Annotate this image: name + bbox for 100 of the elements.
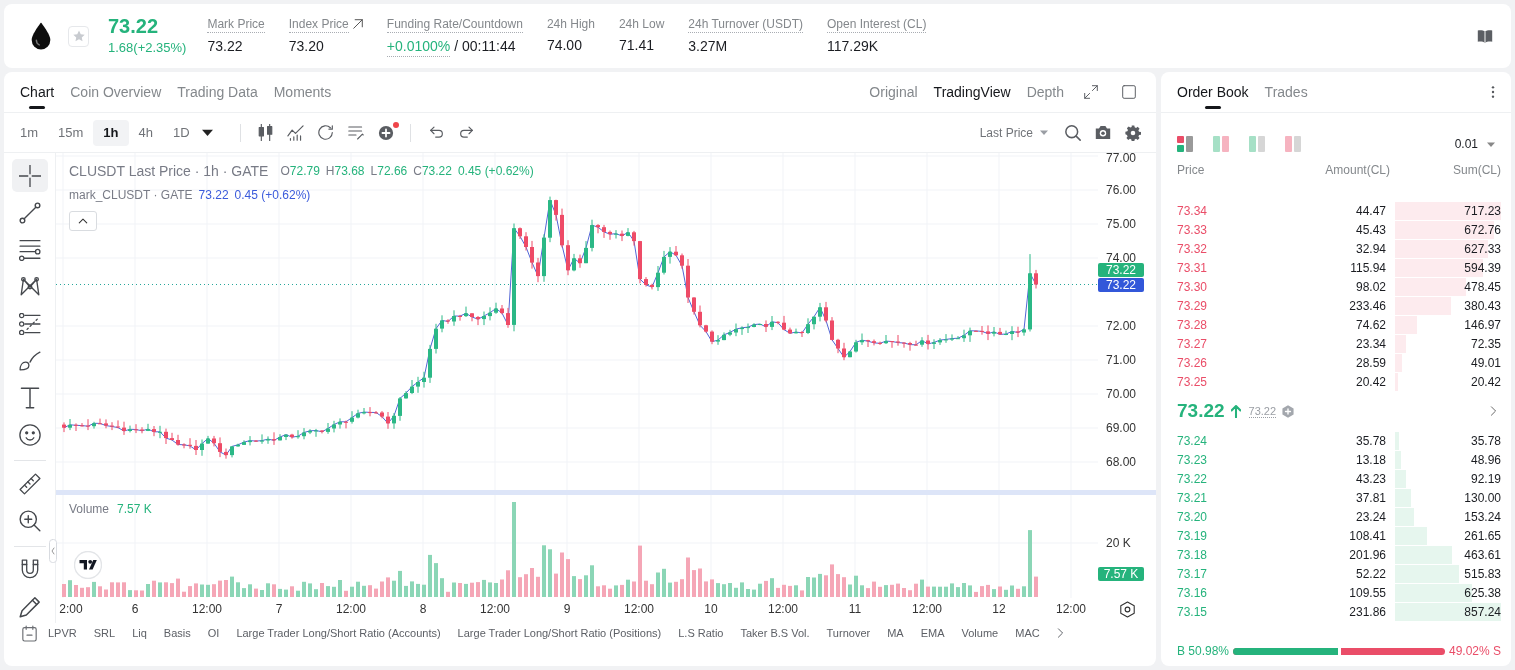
indicator-option[interactable]: LPVR (48, 627, 77, 639)
caret-down-icon (1487, 141, 1495, 147)
order-book-tab[interactable]: Order Book (1177, 72, 1249, 112)
interval-tab[interactable]: 1m (10, 119, 49, 146)
indicator-option[interactable]: Turnover (826, 627, 871, 639)
bid-price: 73.19 (1177, 528, 1209, 543)
interval-tab[interactable]: 4h (128, 119, 163, 146)
indicator-option[interactable]: EMA (920, 627, 945, 639)
price-change: 1.68(+2.35%) (108, 39, 187, 57)
bid-price: 73.18 (1177, 547, 1209, 562)
column-header: Price (1177, 163, 1206, 177)
redo-icon[interactable] (459, 126, 475, 139)
text-icon (18, 386, 41, 409)
template-icon[interactable] (347, 125, 364, 140)
indicator-option[interactable]: Taker B.S Vol. (740, 627, 810, 639)
bid-amount: 35.78 (1354, 433, 1387, 448)
ask-total: 594.39 (1464, 260, 1501, 275)
caret-down-icon[interactable] (202, 129, 214, 136)
settings-icon[interactable] (1119, 600, 1135, 618)
zoom-in-icon (18, 509, 41, 532)
ask-price: 73.30 (1177, 279, 1209, 294)
indicator-option[interactable]: Large Trader Long/Short Ratio (Positions) (457, 627, 662, 639)
depth-bar (1395, 488, 1412, 507)
ask-price: 73.31 (1177, 260, 1209, 275)
interval-tab[interactable]: 1D (163, 119, 200, 146)
candlestick-icon[interactable] (258, 124, 274, 141)
settings-icon[interactable] (1125, 124, 1141, 141)
stat-value: 117.29K (827, 36, 879, 56)
undo-icon[interactable] (429, 126, 445, 139)
stat-value: +0.0100% (386, 35, 451, 57)
indicator-option[interactable]: MA (887, 627, 904, 639)
drawing-tool-button[interactable] (11, 159, 48, 192)
bid-price: 73.21 (1177, 490, 1209, 505)
bid-amount: 52.22 (1354, 566, 1387, 581)
volume-title: Volume (69, 502, 110, 516)
ask-total: 49.01 (1470, 355, 1501, 370)
calendar-icon[interactable] (22, 624, 37, 642)
bid-total: 153.24 (1464, 509, 1501, 524)
indicator-option[interactable]: SRL (93, 627, 116, 639)
indicator-option[interactable]: Volume (961, 627, 999, 639)
indicator-option[interactable]: Large Trader Long/Short Ratio (Accounts) (236, 627, 441, 639)
order-book-tab[interactable]: Trades (1264, 72, 1308, 112)
bid-price: 73.15 (1177, 604, 1209, 619)
bid-amount: 37.81 (1354, 490, 1387, 505)
ohlc-value: L72.66 (370, 164, 408, 178)
ask-total: 672.76 (1464, 222, 1501, 237)
caret-down-icon (1040, 130, 1048, 135)
logo-icon[interactable] (74, 551, 102, 579)
price-axis-label: 74.00 (1106, 251, 1137, 266)
view-tab[interactable]: Depth (1026, 72, 1064, 112)
indicator-option[interactable]: OI (207, 627, 220, 639)
bid-total: 515.83 (1464, 566, 1501, 581)
time-axis-label: 12:00 (1056, 602, 1086, 616)
column-header: Amount(CL) (1324, 163, 1391, 177)
bid-amount: 109.55 (1348, 585, 1387, 600)
view-tab[interactable]: TradingView (933, 72, 1011, 112)
mid-price: 73.22 (1177, 400, 1225, 422)
indicator-option[interactable]: L.S Ratio (678, 627, 724, 639)
ask-amount: 233.46 (1348, 298, 1387, 313)
indicator-option[interactable]: Liq (132, 627, 147, 639)
chart-tab[interactable]: Trading Data (177, 72, 258, 112)
ruler-icon (18, 472, 41, 495)
refresh-icon[interactable] (317, 124, 334, 141)
bid-total: 463.61 (1464, 547, 1501, 562)
bid-amount: 108.41 (1348, 528, 1387, 543)
indicator-option[interactable]: Basis (163, 627, 191, 639)
layout-icon[interactable] (1177, 136, 1193, 152)
price-change: 0.45 (+0.62%) (234, 188, 311, 202)
stat-label: Mark Price (207, 15, 265, 33)
chart-tab[interactable]: Coin Overview (70, 72, 162, 112)
chart-tab[interactable]: Moments (273, 72, 332, 112)
ask-total: 478.45 (1464, 279, 1501, 294)
chart-tab[interactable]: Chart (20, 72, 55, 112)
book-icon[interactable] (1477, 29, 1493, 43)
bid-amount: 13.18 (1354, 452, 1387, 467)
indicator-option[interactable]: MAC (1015, 627, 1040, 639)
last-price: 73.22 (108, 14, 160, 38)
time-axis-label: 9 (563, 602, 571, 616)
ask-amount: 74.62 (1354, 317, 1387, 332)
ask-price: 73.32 (1177, 241, 1209, 256)
expand-icon[interactable] (1084, 85, 1098, 99)
search-icon[interactable] (1065, 124, 1081, 141)
precision-dropdown[interactable]: 0.01 (1454, 137, 1495, 151)
add-icon[interactable] (377, 124, 394, 141)
interval-tab[interactable]: 15m (48, 119, 94, 146)
bid-total: 130.00 (1464, 490, 1501, 505)
arrow-up-right-icon[interactable] (352, 19, 363, 29)
square-icon[interactable] (1122, 85, 1136, 99)
interval-tab[interactable]: 1h (93, 119, 129, 146)
price-source-dropdown[interactable]: Last Price (979, 125, 1048, 140)
ask-price: 73.26 (1177, 355, 1209, 370)
depth-bar (1395, 564, 1459, 583)
indicators-icon[interactable] (287, 124, 305, 141)
price-axis-label: 75.00 (1106, 217, 1137, 232)
series-title: mark_CLUSDT · GATE (69, 188, 193, 202)
stat-value: 71.41 (618, 35, 654, 55)
camera-icon[interactable] (1095, 125, 1111, 140)
caret-up-icon (78, 218, 88, 224)
view-tab[interactable]: Original (869, 72, 918, 112)
more-icon[interactable] (1491, 84, 1495, 100)
